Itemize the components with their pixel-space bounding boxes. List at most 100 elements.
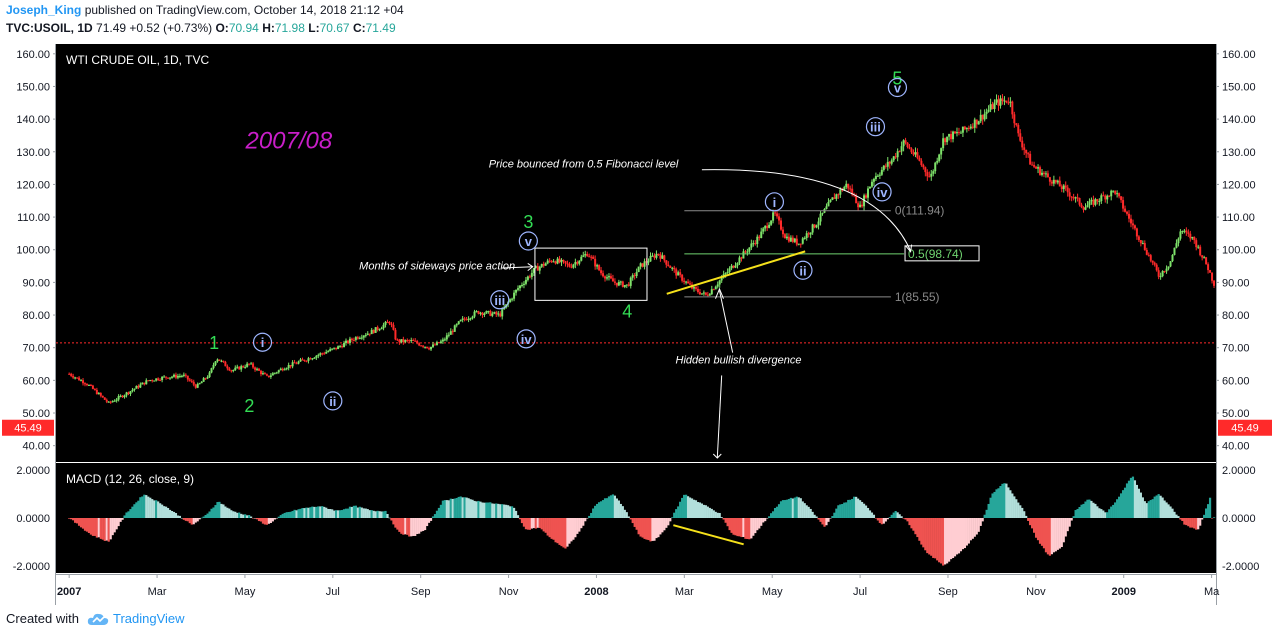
macd-bar <box>1082 503 1085 518</box>
macd-bar <box>639 518 642 537</box>
candle-body <box>916 152 919 158</box>
candle-body <box>922 164 925 168</box>
macd-bar <box>1157 494 1160 518</box>
candle-body <box>1167 266 1170 269</box>
candle-body <box>1177 238 1180 244</box>
wave-label-iv: iv <box>877 185 889 200</box>
candle-body <box>1013 114 1016 124</box>
macd-bar <box>930 518 933 556</box>
macd-bar <box>161 504 164 518</box>
candle-body <box>153 380 156 382</box>
candle-body <box>350 338 353 340</box>
macd-bar <box>321 506 324 518</box>
chart-area[interactable]: 160.00 160.00 150.00 150.00 140.00 140.00 130.… <box>0 40 1274 607</box>
macd-bar <box>1193 518 1196 529</box>
macd-bar <box>698 502 702 518</box>
candle-body <box>388 322 391 324</box>
macd-bar <box>443 500 446 518</box>
macd-bar <box>427 518 431 523</box>
candle-body <box>572 264 575 268</box>
macd-bar <box>317 506 320 518</box>
candle-body <box>1021 140 1024 148</box>
candle-body <box>997 99 1000 106</box>
macd-bar <box>279 515 282 518</box>
candle-body <box>439 341 442 344</box>
macd-bar <box>985 509 988 518</box>
candle-body <box>287 365 290 369</box>
candle-body <box>1003 100 1006 102</box>
candle-body <box>483 313 486 315</box>
macd-bar <box>712 510 715 518</box>
macd-bar <box>762 518 765 523</box>
macd-bar <box>257 518 261 522</box>
macd-bar <box>773 508 777 518</box>
candle-body <box>1056 180 1059 183</box>
macd-bar <box>949 518 953 560</box>
macd-bar <box>232 511 235 518</box>
macd-bar <box>435 510 439 518</box>
candle-body <box>74 377 77 379</box>
macd-bar <box>1084 501 1087 518</box>
macd-bar <box>637 518 640 535</box>
candle-body <box>246 363 249 367</box>
candle-body <box>651 255 654 257</box>
candle-body <box>649 255 652 262</box>
macd-bar <box>101 518 104 540</box>
macd-tick-right: -2.0000 <box>1222 561 1259 573</box>
macd-bar <box>336 510 340 518</box>
macd-bar <box>275 518 278 519</box>
macd-bar <box>291 510 294 518</box>
x-tick-label: May <box>235 586 256 598</box>
candle-body <box>975 119 978 125</box>
macd-bar <box>997 488 1000 518</box>
candle-body <box>981 114 984 120</box>
candle-body <box>835 194 838 199</box>
candle-body <box>752 243 755 245</box>
macd-bar <box>534 518 537 529</box>
macd-bar <box>914 518 917 535</box>
candle-body <box>825 206 828 209</box>
brand-text[interactable]: TradingView <box>113 611 185 626</box>
candle-body <box>831 197 834 200</box>
candle-body <box>902 140 905 147</box>
macd-bar <box>350 506 354 518</box>
candle-body <box>948 134 951 137</box>
macd-bar <box>261 518 265 524</box>
candle-body <box>942 138 945 149</box>
candle-body <box>291 362 294 367</box>
macd-bar <box>226 507 229 518</box>
author-link[interactable]: Joseph_King <box>6 3 81 17</box>
macd-bar <box>299 508 302 518</box>
macd-bar <box>789 497 792 518</box>
macd-tick-right: 0.0000 <box>1222 513 1256 525</box>
macd-bar <box>366 509 369 518</box>
macd-bar <box>271 518 274 522</box>
macd-bar <box>855 496 858 518</box>
macd-bar <box>837 505 840 518</box>
macd-bar <box>303 508 306 518</box>
candle-body <box>117 396 120 400</box>
candle-body <box>133 388 136 390</box>
macd-bar <box>1048 518 1052 556</box>
y-tick-right: 130.00 <box>1222 147 1256 159</box>
price-chart-svg[interactable]: 160.00 160.00150.00 150.00140.00 140.00130.… <box>0 40 1274 607</box>
candle-body <box>698 292 701 295</box>
macd-bar <box>176 515 180 518</box>
macd-bar <box>811 511 814 518</box>
candle-body <box>1139 240 1142 244</box>
macd-bar <box>1025 515 1028 518</box>
candle-body <box>1074 197 1077 199</box>
macd-bar <box>821 518 824 525</box>
candle-body <box>412 340 415 342</box>
macd-bar <box>360 507 363 518</box>
macd-bar <box>746 518 749 540</box>
tradingview-logo[interactable]: TradingView <box>87 611 185 626</box>
macd-bar <box>720 517 723 518</box>
macd-bar <box>580 518 583 529</box>
macd-bar <box>309 507 312 518</box>
candle-body <box>1096 199 1099 202</box>
macd-bar <box>864 505 868 518</box>
macd-bar <box>487 502 490 518</box>
candle-body <box>1054 179 1057 183</box>
macd-bar <box>1066 518 1069 532</box>
